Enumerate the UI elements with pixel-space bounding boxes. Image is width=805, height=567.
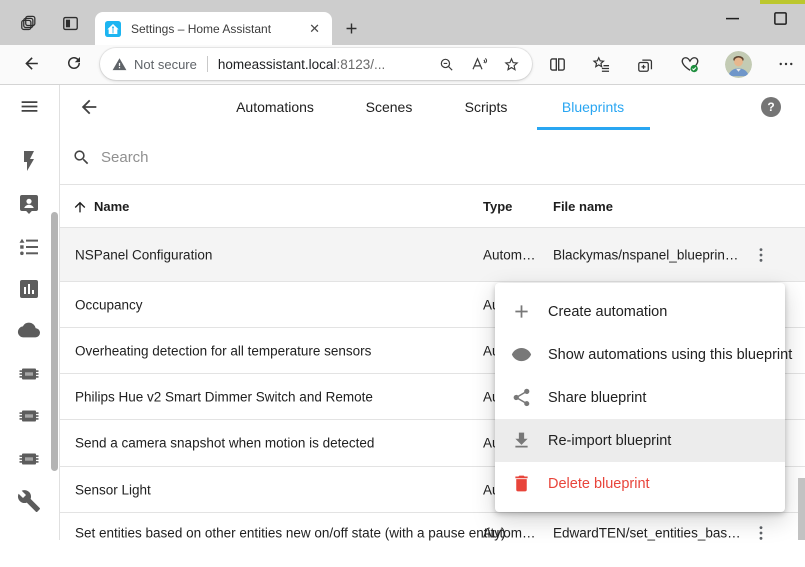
tab-close-icon[interactable]: ✕	[307, 20, 322, 37]
table-row-set-entities[interactable]: Set entities based on other entities new…	[60, 513, 805, 567]
page-scrollbar-thumb[interactable]	[798, 478, 805, 540]
window-maximize-icon[interactable]	[770, 8, 790, 28]
refresh-icon[interactable]	[63, 52, 85, 74]
row-overflow-menu-icon[interactable]	[751, 523, 771, 543]
sidebar-logbook-icon[interactable]	[17, 235, 41, 259]
workspaces-icon[interactable]	[18, 13, 38, 33]
new-tab-icon[interactable]	[340, 17, 362, 39]
help-icon[interactable]: ?	[761, 97, 781, 117]
url-text[interactable]: homeassistant.local:8123/...	[218, 57, 385, 72]
sidebar-cloud-icon[interactable]	[17, 319, 41, 343]
menu-item-share-blueprint[interactable]: Share blueprint	[495, 376, 785, 419]
active-tab-underline	[537, 127, 650, 130]
row-file: EdwardTEN/set_entities_bas…	[553, 526, 741, 541]
back-icon[interactable]	[20, 52, 42, 74]
tab-scenes[interactable]: Scenes	[366, 99, 413, 115]
search-input[interactable]	[99, 143, 519, 171]
search-icon	[72, 148, 91, 167]
menu-item-show-automations[interactable]: Show automations using this blueprint	[495, 333, 785, 376]
column-header-file[interactable]: File name	[553, 199, 613, 214]
menu-item-reimport-blueprint[interactable]: Re-import blueprint	[495, 419, 785, 462]
menu-item-delete-blueprint[interactable]: Delete blueprint	[495, 462, 785, 505]
browser-essentials-icon[interactable]	[680, 54, 700, 74]
trash-icon	[511, 473, 532, 494]
sidebar-person-badge-icon[interactable]	[17, 192, 41, 216]
row-name: Set entities based on other entities new…	[75, 526, 506, 541]
row-name: Send a camera snapshot when motion is de…	[75, 436, 374, 451]
zoom-out-icon[interactable]	[438, 56, 455, 73]
row-file: Blackymas/nspanel_blueprin…	[553, 247, 738, 262]
column-header-type[interactable]: Type	[483, 199, 512, 214]
tab-blueprints[interactable]: Blueprints	[562, 99, 624, 115]
vertical-tabs-icon[interactable]	[60, 13, 80, 33]
sidebar-chip-icon-3[interactable]	[17, 447, 41, 471]
ha-back-icon[interactable]	[78, 96, 100, 118]
browser-titlebar: Settings – Home Assistant ✕	[0, 0, 805, 45]
row-type: Autom…	[483, 247, 536, 262]
browser-tab[interactable]: Settings – Home Assistant ✕	[95, 12, 332, 45]
row-type: Autom…	[483, 526, 536, 541]
screen-edge-sliver	[760, 0, 805, 4]
settings-menu-icon[interactable]	[777, 55, 795, 73]
ha-header	[60, 85, 805, 130]
share-icon	[511, 387, 532, 408]
not-secure-warning-icon[interactable]	[112, 57, 127, 72]
table-row-nspanel[interactable]: NSPanel Configuration Autom… Blackymas/n…	[60, 228, 805, 282]
split-screen-icon[interactable]	[548, 55, 567, 74]
favorites-hub-icon[interactable]	[592, 55, 611, 74]
home-assistant-favicon	[105, 21, 121, 37]
row-name: Overheating detection for all temperatur…	[75, 343, 371, 358]
row-overflow-menu-icon[interactable]	[751, 245, 771, 265]
row-name: Sensor Light	[75, 482, 151, 497]
divider	[60, 184, 805, 185]
sidebar-chip-icon-1[interactable]	[17, 362, 41, 386]
address-bar[interactable]: Not secure homeassistant.local:8123/...	[100, 48, 532, 80]
window-minimize-icon[interactable]	[722, 8, 742, 28]
tab-title: Settings – Home Assistant	[131, 22, 307, 36]
sort-ascending-icon[interactable]	[72, 199, 88, 215]
column-header-name[interactable]: Name	[94, 199, 129, 214]
menu-item-create-automation[interactable]: Create automation	[495, 290, 785, 333]
row-name: Occupancy	[75, 297, 143, 312]
address-divider	[207, 56, 208, 72]
profile-avatar[interactable]	[725, 51, 752, 78]
sidebar-scrollbar-thumb[interactable]	[51, 212, 58, 471]
security-label[interactable]: Not secure	[134, 57, 197, 72]
sidebar-settings-wrench-icon[interactable]	[17, 489, 41, 513]
download-icon	[511, 430, 532, 451]
plus-icon	[511, 301, 532, 322]
tab-automations[interactable]: Automations	[236, 99, 314, 115]
row-name: NSPanel Configuration	[75, 247, 212, 262]
favorite-star-icon[interactable]	[503, 56, 520, 73]
read-aloud-icon[interactable]	[470, 55, 488, 73]
sidebar-history-icon[interactable]	[17, 277, 41, 301]
eye-icon	[511, 344, 532, 365]
sidebar-chip-icon-2[interactable]	[17, 404, 41, 428]
row-name: Philips Hue v2 Smart Dimmer Switch and R…	[75, 389, 373, 404]
sidebar-menu-icon[interactable]	[19, 96, 40, 117]
collections-add-icon[interactable]	[636, 55, 655, 74]
sidebar-energy-icon[interactable]	[17, 149, 41, 173]
tab-scripts[interactable]: Scripts	[465, 99, 508, 115]
blueprint-context-menu: Create automation Show automations using…	[495, 283, 785, 512]
